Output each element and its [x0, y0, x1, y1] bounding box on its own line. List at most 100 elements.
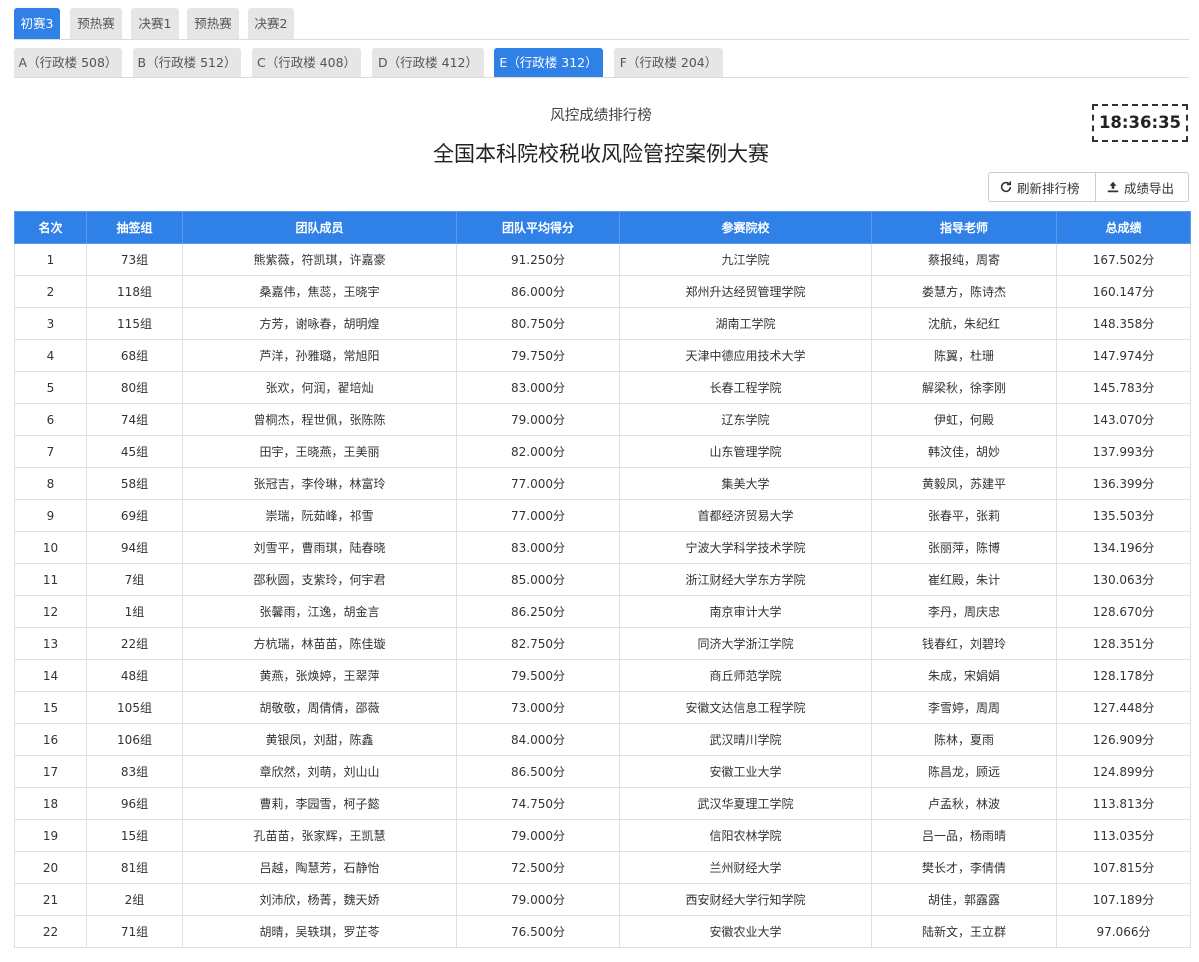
cell-members: 曾桐杰，程世佩，张陈陈 — [182, 403, 457, 436]
cell-members: 曹莉，李园雪，柯子懿 — [182, 787, 457, 820]
table-row: 11 7组 邵秋圆，支紫玲，何宇君 85.000分 浙江财经大学东方学院 崔红殿，朱计 13… — [14, 563, 1191, 596]
cell-total: 127.448分 — [1056, 691, 1191, 724]
cell-total: 130.063分 — [1056, 563, 1191, 596]
cell-members: 胡晴，吴轶琪，罗芷苓 — [182, 915, 457, 948]
cell-school: 信阳农林学院 — [619, 819, 872, 852]
cell-avg-score: 72.500分 — [456, 851, 620, 884]
cell-rank: 17 — [14, 755, 87, 788]
tab-room-c[interactable]: C（行政楼 408） — [252, 48, 361, 77]
table-row: 5 80组 张欢，何润，翟培灿 83.000分 长春工程学院 解梁秋，徐李刚 145.783… — [14, 371, 1191, 404]
table-row: 3 115组 方芳，谢咏春，胡明煌 80.750分 湖南工学院 沈航，朱纪红 148.358… — [14, 307, 1191, 340]
table-row: 10 94组 刘雪平，曹雨琪，陆春晓 83.000分 宁波大学科学技术学院 张丽萍，陈博 1… — [14, 531, 1191, 564]
table-header-row: 名次 抽签组 团队成员 团队平均得分 参赛院校 指导老师 总成绩 — [14, 211, 1191, 244]
tab-round-1[interactable]: 初赛3 — [14, 8, 60, 39]
cell-school: 同济大学浙江学院 — [619, 627, 872, 660]
cell-group: 81组 — [86, 851, 183, 884]
table-row: 15 105组 胡敬敬，周倩倩，邵薇 73.000分 安徽文达信息工程学院 李雪婷，周周 1… — [14, 691, 1191, 724]
tab-round-3[interactable]: 决赛1 — [131, 8, 179, 39]
cell-members: 吕越，陶慧芳，石静怡 — [182, 851, 457, 884]
tab-room-a[interactable]: A（行政楼 508） — [14, 48, 122, 77]
cell-avg-score: 82.000分 — [456, 435, 620, 468]
cell-group: 69组 — [86, 499, 183, 532]
cell-advisor: 卢孟秋，林波 — [871, 787, 1057, 820]
cell-advisor: 蔡报纯，周寄 — [871, 243, 1057, 276]
cell-rank: 18 — [14, 787, 87, 820]
cell-total: 135.503分 — [1056, 499, 1191, 532]
cell-total: 160.147分 — [1056, 275, 1191, 308]
tab-round-5[interactable]: 决赛2 — [248, 8, 294, 39]
cell-total: 134.196分 — [1056, 531, 1191, 564]
cell-avg-score: 73.000分 — [456, 691, 620, 724]
cell-avg-score: 79.000分 — [456, 403, 620, 436]
export-scores-label: 成绩导出 — [1124, 180, 1175, 196]
table-row: 19 15组 孔苗苗，张家辉，王凯慧 79.000分 信阳农林学院 吕一品，杨雨晴 113.… — [14, 819, 1191, 852]
cell-total: 113.035分 — [1056, 819, 1191, 852]
cell-advisor: 陈翼，杜珊 — [871, 339, 1057, 372]
cell-school: 天津中德应用技术大学 — [619, 339, 872, 372]
ranking-table-body: 1 73组 熊紫薇，符凯琪，许嘉豪 91.250分 九江学院 蔡报纯，周寄 167.502分… — [14, 243, 1191, 948]
export-scores-button[interactable]: 成绩导出 — [1095, 173, 1188, 201]
cell-advisor: 胡佳，郭露露 — [871, 883, 1057, 916]
room-tab-bar: A（行政楼 508） B（行政楼 512） C（行政楼 408） D（行政楼 4… — [14, 48, 1189, 78]
table-row: 1 73组 熊紫薇，符凯琪，许嘉豪 91.250分 九江学院 蔡报纯，周寄 167.502分 — [14, 243, 1191, 276]
cell-members: 桑嘉伟，焦蕊，王晓宇 — [182, 275, 457, 308]
action-button-group: 刷新排行榜 成绩导出 — [988, 172, 1189, 202]
cell-group: 96组 — [86, 787, 183, 820]
tab-round-4[interactable]: 预热赛 — [187, 8, 239, 39]
cell-advisor: 张丽萍，陈博 — [871, 531, 1057, 564]
cell-school: 西安财经大学行知学院 — [619, 883, 872, 916]
tab-room-d[interactable]: D（行政楼 412） — [372, 48, 484, 77]
cell-avg-score: 85.000分 — [456, 563, 620, 596]
tab-room-b[interactable]: B（行政楼 512） — [133, 48, 241, 77]
cell-group: 45组 — [86, 435, 183, 468]
cell-group: 74组 — [86, 403, 183, 436]
cell-avg-score: 82.750分 — [456, 627, 620, 660]
cell-total: 128.178分 — [1056, 659, 1191, 692]
cell-advisor: 解梁秋，徐李刚 — [871, 371, 1057, 404]
cell-total: 128.351分 — [1056, 627, 1191, 660]
cell-members: 黄银凤，刘甜，陈鑫 — [182, 723, 457, 756]
cell-rank: 5 — [14, 371, 87, 404]
cell-group: 2组 — [86, 883, 183, 916]
cell-rank: 4 — [14, 339, 87, 372]
table-row: 21 2组 刘沛欣，杨菁，魏天娇 79.000分 西安财经大学行知学院 胡佳，郭露露 107… — [14, 883, 1191, 916]
cell-group: 68组 — [86, 339, 183, 372]
cell-school: 南京审计大学 — [619, 595, 872, 628]
cell-rank: 22 — [14, 915, 87, 948]
cell-total: 136.399分 — [1056, 467, 1191, 500]
cell-school: 辽东学院 — [619, 403, 872, 436]
table-row: 14 48组 黄燕，张焕婷，王翠萍 79.500分 商丘师范学院 朱成，宋娟娟 128.17… — [14, 659, 1191, 692]
cell-rank: 6 — [14, 403, 87, 436]
cell-advisor: 陈林，夏雨 — [871, 723, 1057, 756]
table-row: 8 58组 张冠吉，李伶琳，林富玲 77.000分 集美大学 黄毅凤，苏建平 136.399… — [14, 467, 1191, 500]
cell-advisor: 张春平，张莉 — [871, 499, 1057, 532]
cell-avg-score: 83.000分 — [456, 531, 620, 564]
cell-avg-score: 79.500分 — [456, 659, 620, 692]
header-group: 抽签组 — [86, 211, 183, 244]
cell-members: 胡敬敬，周倩倩，邵薇 — [182, 691, 457, 724]
cell-rank: 10 — [14, 531, 87, 564]
cell-school: 宁波大学科学技术学院 — [619, 531, 872, 564]
cell-advisor: 樊长才，李倩倩 — [871, 851, 1057, 884]
cell-avg-score: 86.500分 — [456, 755, 620, 788]
cell-group: 106组 — [86, 723, 183, 756]
refresh-icon — [1000, 181, 1012, 193]
cell-members: 章欣然，刘萌，刘山山 — [182, 755, 457, 788]
table-row: 2 118组 桑嘉伟，焦蕊，王晓宇 86.000分 郑州升达经贸管理学院 娄慧方，陈诗杰 1… — [14, 275, 1191, 308]
tab-room-e[interactable]: E（行政楼 312） — [494, 48, 603, 77]
page-title: 全国本科院校税收风险管控案例大赛 — [433, 142, 769, 166]
cell-members: 张欢，何润，翟培灿 — [182, 371, 457, 404]
refresh-ranking-button[interactable]: 刷新排行榜 — [989, 173, 1095, 201]
cell-rank: 14 — [14, 659, 87, 692]
tab-round-2[interactable]: 预热赛 — [70, 8, 122, 39]
table-row: 17 83组 章欣然，刘萌，刘山山 86.500分 安徽工业大学 陈昌龙，顾远 124.89… — [14, 755, 1191, 788]
tab-room-f[interactable]: F（行政楼 204） — [614, 48, 723, 77]
cell-rank: 1 — [14, 243, 87, 276]
cell-total: 107.189分 — [1056, 883, 1191, 916]
round-tab-bar: 初赛3 预热赛 决赛1 预热赛 决赛2 — [14, 8, 1189, 40]
cell-avg-score: 86.250分 — [456, 595, 620, 628]
cell-rank: 11 — [14, 563, 87, 596]
cell-total: 147.974分 — [1056, 339, 1191, 372]
cell-advisor: 钱春红，刘碧玲 — [871, 627, 1057, 660]
cell-group: 83组 — [86, 755, 183, 788]
